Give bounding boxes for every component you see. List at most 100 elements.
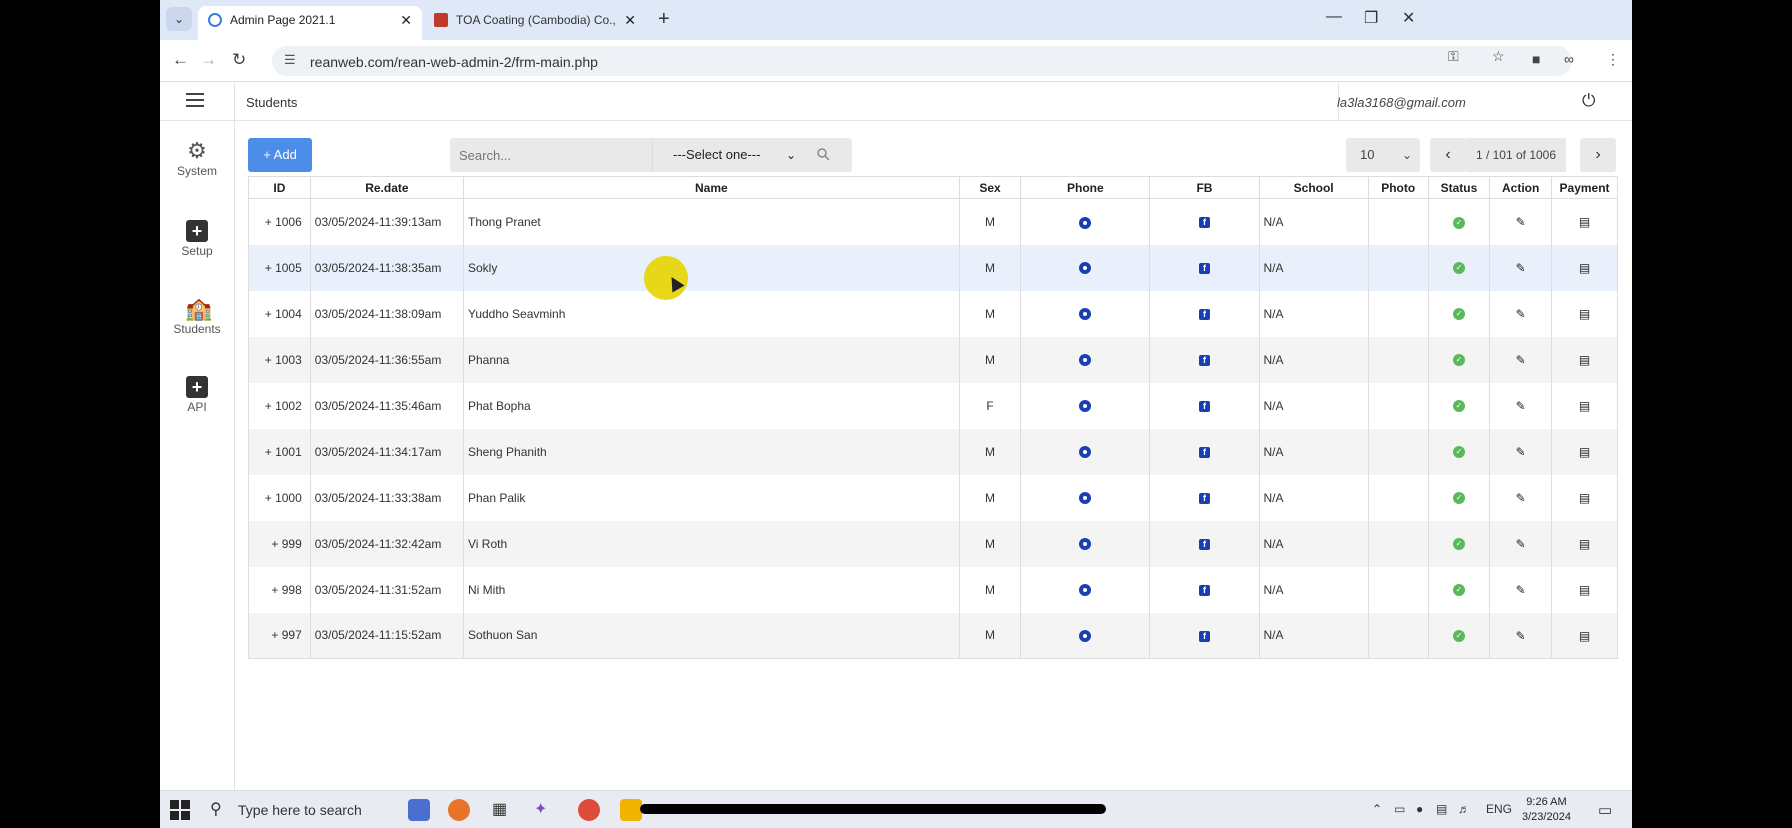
telegram-icon[interactable]: [1079, 584, 1092, 597]
task-view-icon[interactable]: ▦: [492, 799, 514, 821]
password-key-icon[interactable]: ⚿: [1448, 48, 1459, 65]
site-info-icon[interactable]: ☰: [284, 52, 296, 68]
table-row[interactable]: + 1003 03/05/2024-11:36:55am Phanna Mf N/A ✓ ✎…: [248, 336, 1618, 383]
table-row[interactable]: + 1002 03/05/2024-11:35:46am Phat Bopha Ff N…: [248, 382, 1618, 429]
status-check-icon[interactable]: ✓: [1452, 492, 1465, 505]
search-icon[interactable]: [816, 147, 830, 161]
tab-toa-coating[interactable]: TOA Coating (Cambodia) Co.,Lt ✕: [424, 6, 646, 40]
cell-id[interactable]: + 1006: [248, 198, 311, 245]
status-check-icon[interactable]: ✓: [1452, 400, 1465, 413]
window-close-icon[interactable]: ✕: [1402, 8, 1415, 28]
taskbar-search-input[interactable]: ⚲ Type here to search: [196, 791, 366, 828]
search-input[interactable]: [450, 138, 650, 172]
cell-id[interactable]: + 1002: [248, 382, 311, 429]
reload-icon[interactable]: ↻: [232, 50, 246, 70]
microphone-icon[interactable]: ●: [1416, 802, 1423, 816]
table-row[interactable]: + 1004 03/05/2024-11:38:09am Yuddho Seavmi…: [248, 290, 1618, 337]
app-diagram-icon[interactable]: [408, 799, 430, 821]
table-row[interactable]: + 997 03/05/2024-11:15:52am Sothuon San Mf N…: [248, 612, 1618, 659]
extension-icon[interactable]: ∞: [1564, 51, 1574, 67]
status-check-icon[interactable]: ✓: [1452, 584, 1465, 597]
restore-icon[interactable]: ❐: [1364, 8, 1378, 28]
edit-icon[interactable]: ✎: [1516, 537, 1526, 551]
minimize-icon[interactable]: —: [1326, 8, 1342, 26]
bookmark-star-icon[interactable]: ☆: [1492, 48, 1505, 65]
facebook-icon[interactable]: f: [1198, 354, 1210, 366]
status-check-icon[interactable]: ✓: [1452, 446, 1465, 459]
sidebar-item-api[interactable]: + API: [160, 376, 234, 414]
document-icon[interactable]: ▤: [1579, 445, 1590, 459]
facebook-icon[interactable]: f: [1198, 400, 1210, 412]
table-row[interactable]: + 1001 03/05/2024-11:34:17am Sheng Phanith…: [248, 428, 1618, 475]
edit-icon[interactable]: ✎: [1516, 445, 1526, 459]
table-row[interactable]: + 1005 03/05/2024-11:38:35am Sokly Mf N/A ✓ ✎ ▤: [248, 244, 1618, 291]
sidebar-item-system[interactable]: ⚙ System: [160, 140, 234, 179]
status-check-icon[interactable]: ✓: [1452, 216, 1465, 229]
edit-icon[interactable]: ✎: [1516, 399, 1526, 413]
edit-icon[interactable]: ✎: [1516, 629, 1526, 643]
telegram-icon[interactable]: [1079, 354, 1092, 367]
tab-search-dropdown-icon[interactable]: ⌄: [166, 7, 192, 31]
notification-center-icon[interactable]: ▭: [1598, 801, 1612, 819]
telegram-icon[interactable]: [1079, 400, 1092, 413]
document-icon[interactable]: ▤: [1579, 537, 1590, 551]
edit-icon[interactable]: ✎: [1516, 215, 1526, 229]
snipping-tool-icon[interactable]: ✦: [534, 799, 556, 821]
taskbar-clock[interactable]: 9:26 AM 3/23/2024: [1522, 795, 1571, 825]
cell-id[interactable]: + 1001: [248, 428, 311, 475]
status-check-icon[interactable]: ✓: [1452, 538, 1465, 551]
document-icon[interactable]: ▤: [1579, 399, 1590, 413]
network-icon[interactable]: ▤: [1436, 802, 1447, 816]
new-tab-icon[interactable]: +: [658, 8, 670, 30]
facebook-icon[interactable]: f: [1198, 584, 1210, 596]
facebook-icon[interactable]: f: [1198, 308, 1210, 320]
cell-id[interactable]: + 998: [248, 566, 311, 613]
sidebar-item-students[interactable]: 🏫 Students: [160, 298, 234, 337]
telegram-icon[interactable]: [1079, 446, 1092, 459]
cell-id[interactable]: + 1003: [248, 336, 311, 383]
telegram-icon[interactable]: [1079, 630, 1092, 643]
facebook-icon[interactable]: f: [1198, 630, 1210, 642]
file-explorer-icon[interactable]: [620, 799, 642, 821]
edit-icon[interactable]: ✎: [1516, 353, 1526, 367]
tab-close-icon[interactable]: ✕: [624, 6, 636, 34]
edit-icon[interactable]: ✎: [1516, 491, 1526, 505]
telegram-icon[interactable]: [1079, 492, 1092, 505]
prev-page-button[interactable]: ‹: [1430, 138, 1466, 172]
filter-select[interactable]: ---Select one--- ⌄: [652, 138, 804, 172]
document-icon[interactable]: ▤: [1579, 261, 1590, 275]
edit-icon[interactable]: ✎: [1516, 261, 1526, 275]
edit-icon[interactable]: ✎: [1516, 583, 1526, 597]
document-icon[interactable]: ▤: [1579, 307, 1590, 321]
table-row[interactable]: + 999 03/05/2024-11:32:42am Vi Roth Mf N/A ✓ ✎…: [248, 520, 1618, 567]
page-size-select[interactable]: 10 ⌄: [1346, 138, 1420, 172]
cell-id[interactable]: + 1005: [248, 244, 311, 291]
cell-id[interactable]: + 1004: [248, 290, 311, 337]
windows-start-icon[interactable]: [170, 800, 190, 820]
url-field[interactable]: ☰ reanweb.com/rean-web-admin-2/frm-main.…: [272, 46, 1572, 76]
chrome-icon[interactable]: [578, 799, 600, 821]
basketball-app-icon[interactable]: [448, 799, 470, 821]
add-button[interactable]: + Add: [248, 138, 312, 172]
cell-id[interactable]: + 1000: [248, 474, 311, 521]
cell-id[interactable]: + 999: [248, 520, 311, 567]
more-menu-icon[interactable]: ⋮: [1606, 51, 1620, 68]
table-row[interactable]: + 1006 03/05/2024-11:39:13am Thong Pranet M…: [248, 198, 1618, 245]
status-check-icon[interactable]: ✓: [1452, 308, 1465, 321]
facebook-icon[interactable]: f: [1198, 538, 1210, 550]
sidebar-item-setup[interactable]: + Setup: [160, 220, 234, 258]
status-check-icon[interactable]: ✓: [1452, 354, 1465, 367]
document-icon[interactable]: ▤: [1579, 353, 1590, 367]
document-icon[interactable]: ▤: [1579, 583, 1590, 597]
tab-close-icon[interactable]: ✕: [400, 6, 412, 34]
side-panel-icon[interactable]: ■: [1532, 51, 1540, 67]
document-icon[interactable]: ▤: [1579, 215, 1590, 229]
telegram-icon[interactable]: [1079, 308, 1092, 321]
document-icon[interactable]: ▤: [1579, 491, 1590, 505]
tab-admin-page[interactable]: Admin Page 2021.1 ✕: [198, 6, 422, 40]
forward-icon[interactable]: →: [200, 50, 217, 70]
facebook-icon[interactable]: f: [1198, 492, 1210, 504]
edit-icon[interactable]: ✎: [1516, 307, 1526, 321]
status-check-icon[interactable]: ✓: [1452, 262, 1465, 275]
telegram-icon[interactable]: [1079, 216, 1092, 229]
